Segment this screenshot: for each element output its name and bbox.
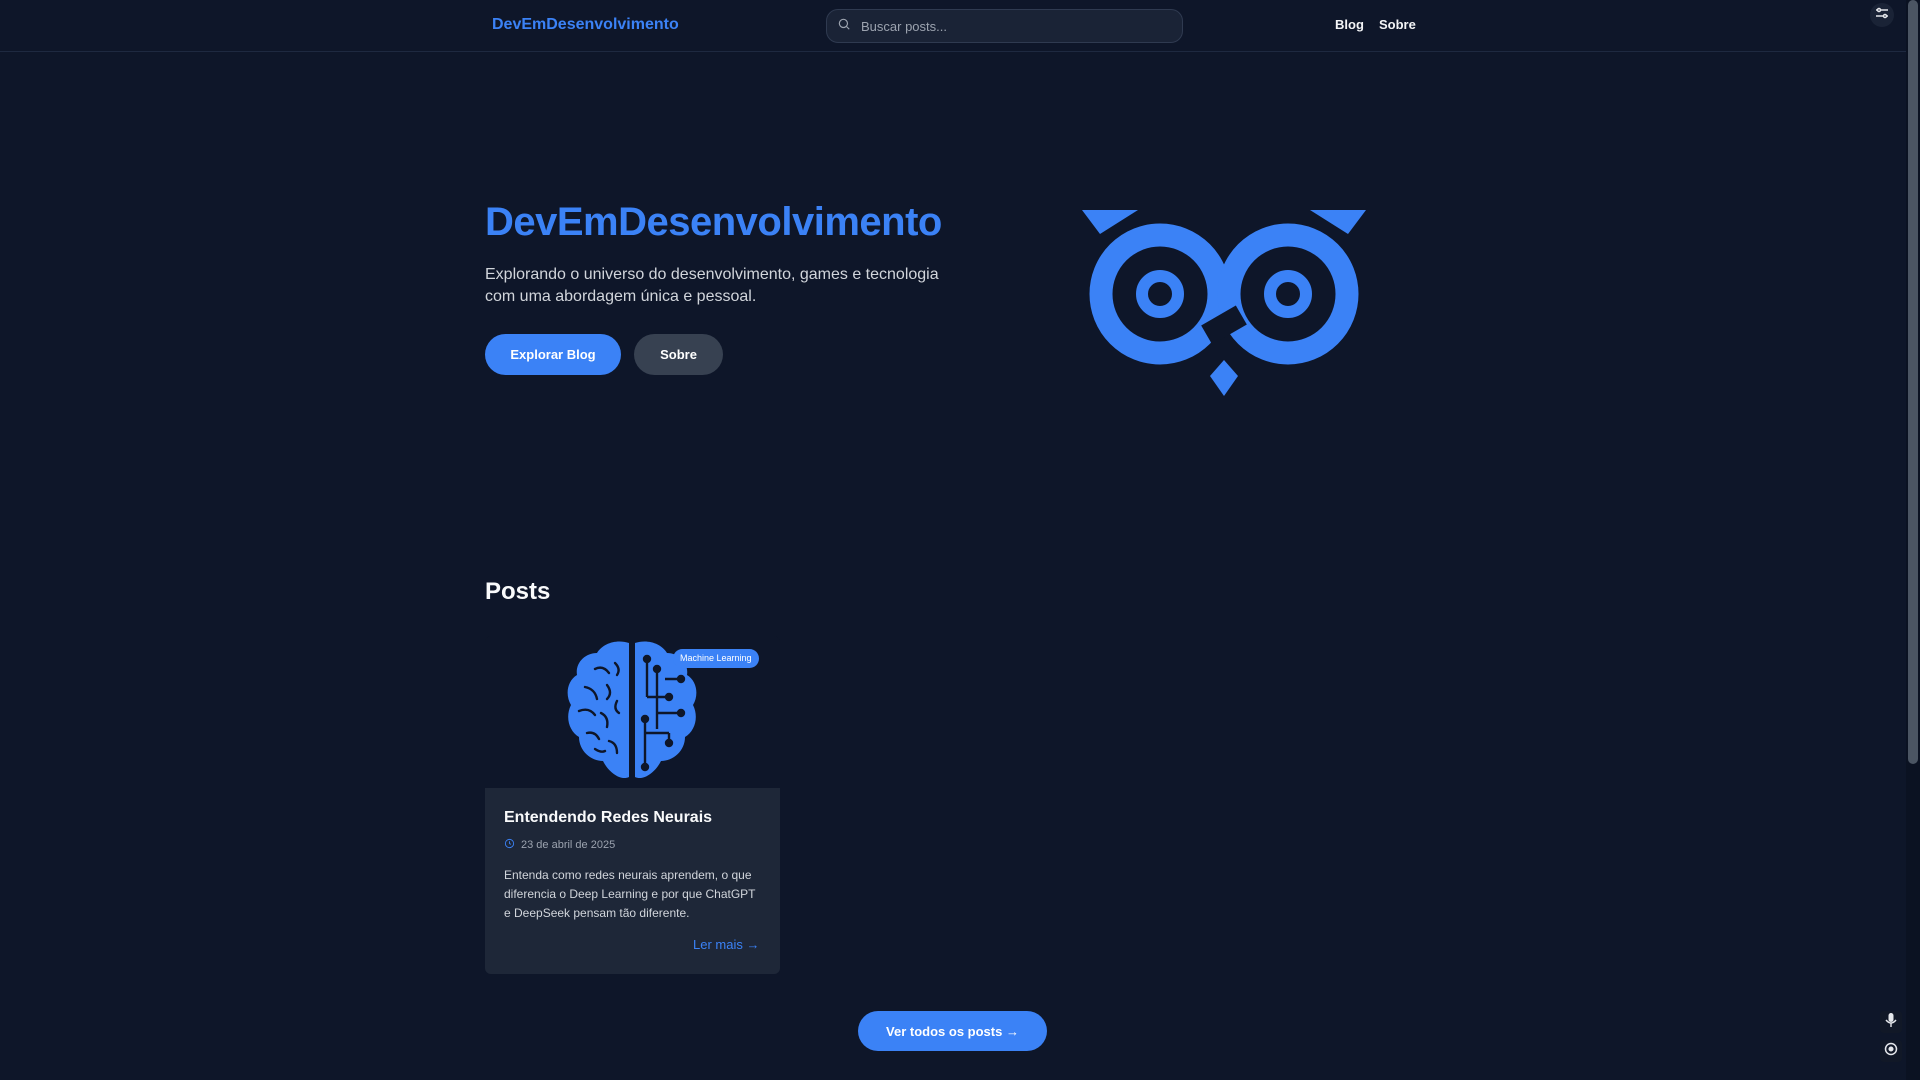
read-more-link[interactable]: Ler mais → — [693, 937, 759, 952]
scrollbar-thumb[interactable] — [1908, 0, 1918, 764]
explore-blog-button[interactable]: Explorar Blog — [485, 334, 621, 375]
post-image: Machine Learning — [485, 636, 780, 788]
post-title[interactable]: Entendendo Redes Neurais — [504, 809, 712, 827]
microphone-icon — [1885, 1012, 1897, 1032]
top-navbar: DevEmDesenvolvimento Blog Sobre — [0, 0, 1906, 52]
post-card-body: Entendendo Redes Neurais 23 de abril de … — [485, 788, 780, 974]
hero-subtitle: Explorando o universo do desenvolvimento… — [485, 266, 939, 305]
search-icon — [837, 17, 851, 36]
post-date: 23 de abril de 2025 — [504, 838, 615, 852]
voice-input-button[interactable] — [1880, 1011, 1902, 1033]
about-button[interactable]: Sobre — [634, 334, 723, 375]
hero-title: DevEmDesenvolvimento — [485, 200, 942, 244]
menu-icon — [1875, 6, 1889, 24]
menu-toggle-button[interactable] — [1870, 3, 1894, 27]
post-excerpt: Entenda como redes neurais aprendem, o q… — [504, 868, 756, 920]
category-badge: Machine Learning — [673, 649, 759, 668]
clock-icon — [504, 838, 521, 852]
search-input[interactable] — [861, 18, 1161, 34]
owl-logo — [1078, 210, 1370, 396]
post-card[interactable]: Machine Learning Entendendo Redes Neurai… — [485, 636, 780, 974]
nav-blog[interactable]: Blog — [1335, 17, 1364, 32]
brand-link[interactable]: DevEmDesenvolvimento — [492, 16, 679, 34]
view-all-posts-button[interactable]: Ver todos os posts → — [858, 1011, 1047, 1051]
assistant-button[interactable] — [1880, 1040, 1902, 1062]
search-box[interactable] — [826, 9, 1183, 43]
post-date-text: 23 de abril de 2025 — [521, 839, 616, 851]
target-icon — [1884, 1042, 1898, 1061]
nav-sobre[interactable]: Sobre — [1379, 17, 1416, 32]
posts-section-title: Posts — [485, 578, 551, 605]
